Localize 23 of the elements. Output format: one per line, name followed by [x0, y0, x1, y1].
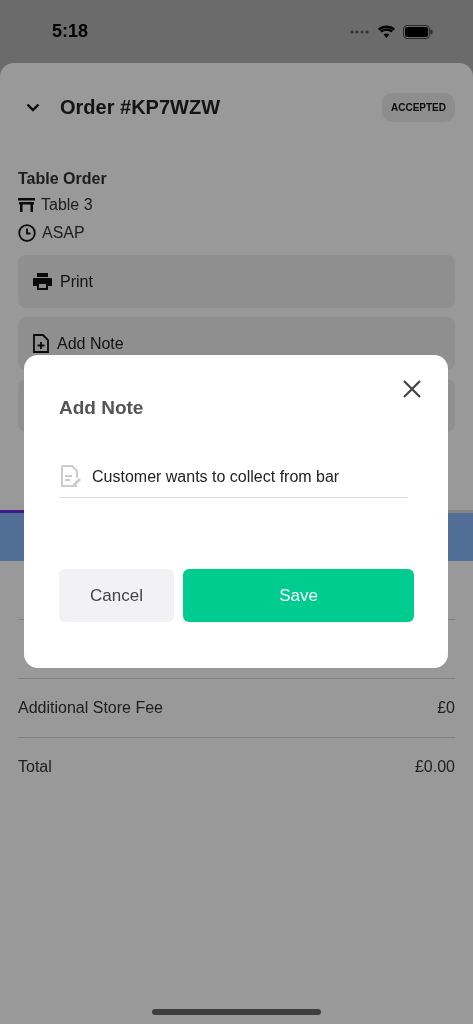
cancel-button[interactable]: Cancel	[59, 569, 174, 622]
table-number: Table 3	[41, 196, 93, 214]
action-button[interactable]: Print	[18, 255, 455, 308]
summary-label: Additional Store Fee	[18, 699, 163, 717]
summary-label: Total	[18, 758, 52, 776]
summary-amount: £0.00	[414, 758, 455, 776]
order-type: Table Order	[18, 170, 108, 188]
note-input-field[interactable]: Customer wants to collect from bar	[92, 468, 408, 486]
order-timing: ASAP	[42, 224, 85, 242]
dialog-title: Add Note	[59, 397, 144, 419]
printer-icon	[33, 273, 52, 290]
chevron-down-icon[interactable]	[26, 102, 40, 112]
battery-icon	[403, 24, 433, 39]
wifi-icon	[378, 25, 395, 38]
table-icon	[18, 198, 35, 212]
add-file-icon	[33, 334, 49, 353]
signal-icon	[350, 29, 370, 34]
note-edit-icon	[60, 465, 82, 489]
summary-amount: £0	[437, 699, 455, 717]
status-badge: ACCEPTED	[382, 92, 455, 122]
clock-icon	[18, 224, 36, 242]
status-time: 5:18	[52, 21, 89, 42]
order-title: Order #KP7WZW	[60, 95, 222, 119]
